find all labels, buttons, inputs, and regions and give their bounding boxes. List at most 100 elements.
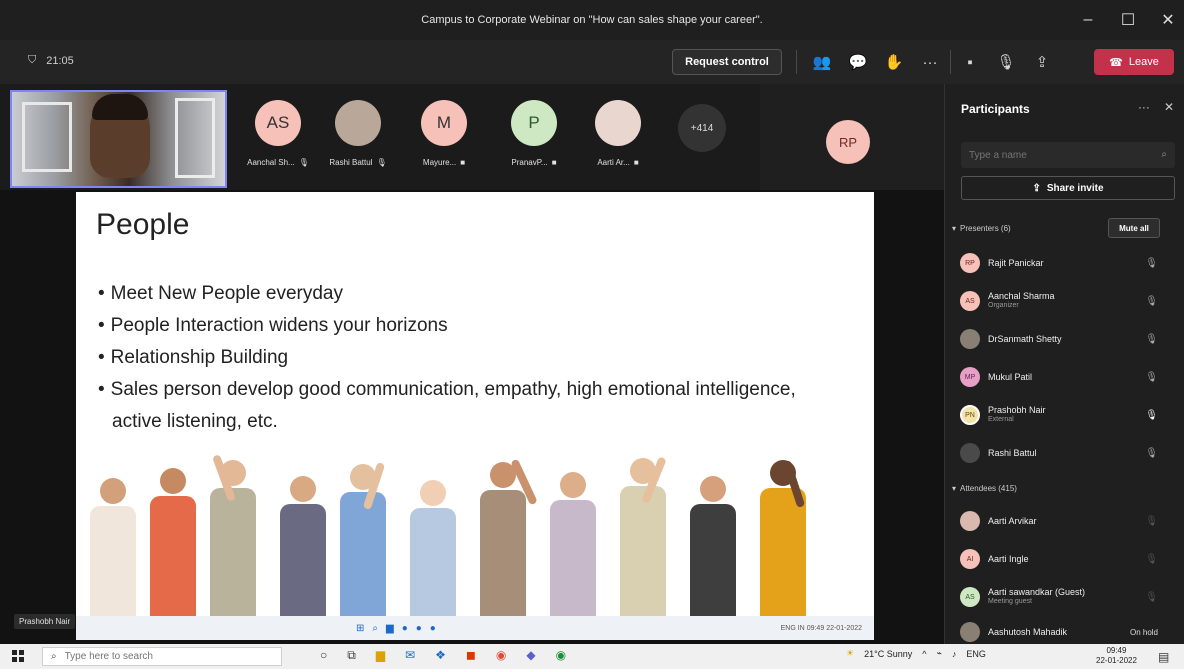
participant-row[interactable]: AS Aarti sawandkar (Guest) Meeting guest …	[960, 582, 1170, 612]
participant-tile[interactable]: Aarti Ar... ■	[580, 100, 656, 167]
window-controls: – ☐ ✕	[1080, 0, 1176, 40]
cortana-icon[interactable]: ○	[320, 648, 327, 663]
app-icon: ●	[429, 622, 436, 634]
on-hold-status: On hold	[1129, 627, 1158, 637]
panel-close-button[interactable]: ✕	[1164, 100, 1174, 114]
participant-tile[interactable]: P PranavP... ■	[496, 100, 572, 167]
shield-icon: ⛉	[28, 54, 37, 66]
crowd-illustration	[90, 454, 874, 616]
chat-icon[interactable]: 💬	[846, 50, 870, 74]
tile-name: PranavP...	[511, 158, 548, 167]
taskbar-search-input[interactable]	[64, 651, 265, 662]
avatar-photo	[960, 443, 980, 463]
person-figure	[550, 472, 596, 616]
more-participants-button[interactable]: +414	[678, 104, 726, 152]
clock-time: 09:49	[1106, 646, 1127, 655]
tile-name: Aarti Ar...	[597, 158, 630, 167]
weather-icon: ☀	[846, 648, 855, 658]
folder-icon: ▆	[386, 622, 394, 634]
person-figure	[690, 476, 736, 616]
windows-icon: ⊞	[356, 622, 365, 634]
avatar: MP	[960, 367, 980, 387]
participant-row[interactable]: AI Aarti Ingle 🎙	[960, 544, 1170, 574]
participant-name: Aashutosh Mahadik	[988, 627, 1068, 637]
window-titlebar: Campus to Corporate Webinar on "How can …	[0, 0, 1184, 40]
attendees-section-header[interactable]: ▾ Attendees (415)	[952, 484, 1017, 493]
person-figure	[210, 460, 256, 616]
avatar: M	[421, 100, 467, 146]
avatar-photo	[335, 100, 381, 146]
language-indicator[interactable]: ENG	[966, 649, 986, 659]
mic-on-icon: 🎙	[1145, 409, 1158, 421]
leave-button[interactable]: ☎ Leave	[1094, 49, 1174, 75]
minimize-button[interactable]: –	[1080, 11, 1096, 29]
self-video[interactable]	[10, 90, 227, 188]
avatar: AS	[960, 587, 980, 607]
camera-off-icon[interactable]: ▪	[958, 50, 982, 74]
avatar: AS	[960, 291, 980, 311]
participant-row[interactable]: Aarti Arvikar 🎙	[960, 506, 1170, 536]
participant-search-input[interactable]	[969, 149, 1129, 161]
notifications-icon[interactable]: ▤	[1158, 650, 1169, 664]
participant-tile[interactable]: Rashi Battul 🎙	[320, 100, 396, 167]
avatar-photo	[595, 100, 641, 146]
weather-text[interactable]: 21°C Sunny	[864, 649, 912, 659]
attendees-label: Attendees (415)	[960, 484, 1017, 493]
start-button[interactable]	[12, 650, 24, 662]
shared-lang: ENG IN	[780, 624, 805, 632]
task-view-icon[interactable]: ⧉	[347, 648, 356, 663]
mic-off-icon[interactable]: 🎙	[994, 50, 1018, 74]
participant-tile[interactable]: M Mayure... ■	[406, 100, 482, 167]
person-figure	[410, 480, 456, 616]
chrome-icon[interactable]: ◉	[556, 648, 566, 663]
office-icon[interactable]: ◼	[466, 648, 476, 663]
phone-icon: ☎	[1109, 56, 1123, 69]
participant-row[interactable]: Rashi Battul 🎙	[960, 438, 1170, 468]
mute-all-button[interactable]: Mute all	[1108, 218, 1160, 238]
app-icon: ●	[401, 622, 408, 634]
slide-bullet: Relationship Building	[98, 342, 818, 374]
more-options-button[interactable]: ···	[918, 50, 942, 74]
taskbar-search[interactable]: ⌕	[42, 647, 282, 666]
share-icon: ⇪	[1032, 182, 1041, 194]
shared-slide: People Meet New People everyday People I…	[76, 192, 874, 616]
participant-row[interactable]: Aashutosh Mahadik On hold	[960, 620, 1170, 644]
participant-search[interactable]: ⌕	[961, 142, 1175, 168]
person-figure	[620, 458, 666, 616]
search-icon: ⌕	[372, 622, 378, 634]
presenters-section-header[interactable]: ▾ Presenters (6)	[952, 224, 1011, 233]
avatar-photo	[960, 622, 980, 642]
mail-icon[interactable]: ✉	[405, 648, 415, 663]
participant-row[interactable]: AS Aanchal Sharma Organizer 🎙	[960, 286, 1170, 316]
share-invite-button[interactable]: ⇪ Share invite	[961, 176, 1175, 200]
taskbar-app-icons: ○ ⧉ ▆ ✉ ❖ ◼ ◉ ◆ ◉	[320, 648, 566, 663]
participants-icon[interactable]: 👥	[810, 50, 834, 74]
panel-more-button[interactable]: ···	[1138, 100, 1150, 114]
volume-icon[interactable]: ♪	[952, 649, 957, 659]
slide-title: People	[96, 208, 190, 241]
chrome-icon[interactable]: ◉	[496, 648, 506, 663]
toolbar-divider	[950, 50, 951, 74]
chevron-up-icon[interactable]: ^	[922, 649, 926, 659]
maximize-button[interactable]: ☐	[1120, 10, 1136, 30]
network-icon[interactable]: ⌁	[936, 648, 941, 659]
participant-name: Aanchal Sharma	[988, 291, 1055, 301]
avatar: AS	[255, 100, 301, 146]
reactions-icon[interactable]: ✋	[882, 50, 906, 74]
slide-bullet: People Interaction widens your horizons	[98, 310, 818, 342]
participant-name: DrSanmath Shetty	[988, 334, 1062, 344]
participant-row[interactable]: MP Mukul Patil 🎙	[960, 362, 1170, 392]
share-icon[interactable]: ⇪	[1030, 50, 1054, 74]
file-explorer-icon[interactable]: ▆	[376, 648, 385, 663]
participant-tile[interactable]: AS Aanchal Sh... 🎙	[240, 100, 316, 167]
dropbox-icon[interactable]: ❖	[435, 648, 446, 663]
close-button[interactable]: ✕	[1160, 10, 1176, 30]
participant-row[interactable]: RP Rajit Panickar 🎙	[960, 248, 1170, 278]
participant-row[interactable]: PN Prashobh Nair External 🎙	[960, 400, 1170, 430]
request-control-button[interactable]: Request control	[672, 49, 782, 75]
taskbar-clock[interactable]: 09:49 22-01-2022	[1096, 646, 1137, 666]
teams-icon[interactable]: ◆	[526, 648, 535, 663]
panel-controls: ··· ✕	[1138, 100, 1174, 114]
search-icon: ⌕	[51, 651, 57, 662]
participant-row[interactable]: DrSanmath Shetty 🎙	[960, 324, 1170, 354]
